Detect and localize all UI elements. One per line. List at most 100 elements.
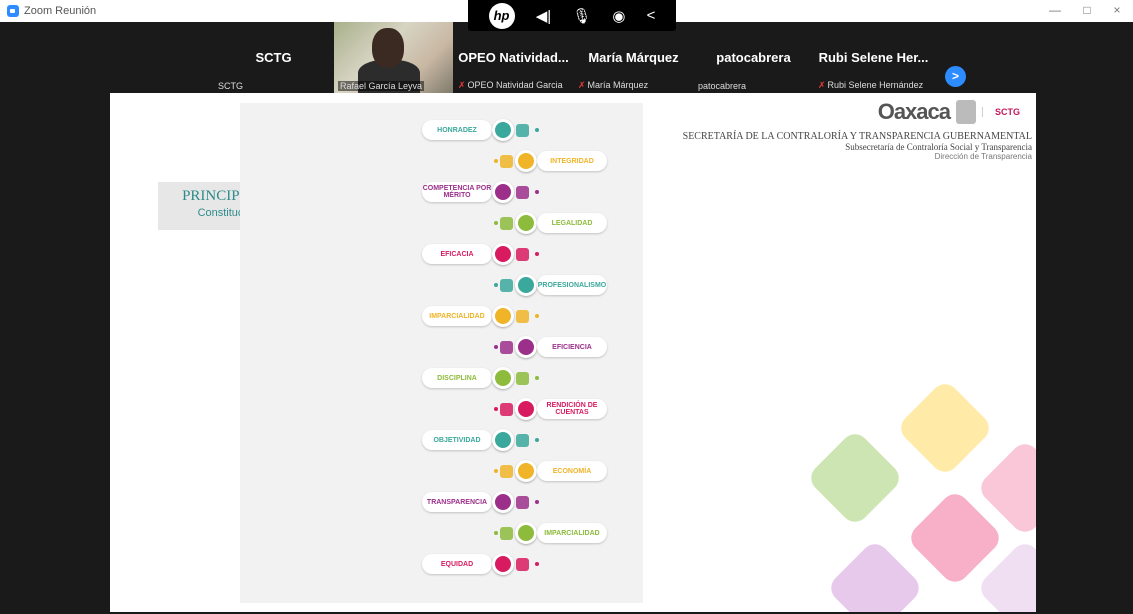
principle-item: INTEGRIDAD bbox=[490, 148, 607, 174]
principle-circle-icon bbox=[515, 522, 537, 544]
close-button[interactable]: × bbox=[1102, 3, 1132, 17]
principle-symbol-icon bbox=[500, 216, 513, 230]
shared-slide: PRINCIPIOS RECTORES Constitucionales y L… bbox=[110, 93, 1036, 612]
participant-strip: SCTG SCTG Rafael García Leyva OPEO Nativ… bbox=[0, 22, 1133, 93]
connector-dot bbox=[535, 252, 539, 256]
principle-item: IMPARCIALIDAD bbox=[422, 303, 539, 329]
principle-circle-icon bbox=[492, 305, 514, 327]
principle-item: EFICACIA bbox=[422, 241, 539, 267]
principle-circle-icon bbox=[492, 367, 514, 389]
muted-mic-icon: ✗ bbox=[578, 80, 586, 90]
state-seal-icon bbox=[956, 100, 976, 124]
participant-name: María Márquez bbox=[588, 50, 679, 65]
muted-mic-icon: ✗ bbox=[458, 80, 466, 90]
participant-tile[interactable]: OPEO Natividad... ✗ OPEO Natividad Garcia bbox=[454, 22, 573, 93]
hp-logo: hp bbox=[488, 2, 515, 29]
principle-circle-icon bbox=[515, 398, 537, 420]
principle-symbol-icon bbox=[516, 185, 529, 199]
participant-video-tile[interactable]: Rafael García Leyva bbox=[334, 22, 453, 93]
participant-tile[interactable]: patocabrera patocabrera bbox=[694, 22, 813, 93]
participant-name: SCTG bbox=[255, 50, 292, 65]
participant-label: SCTG bbox=[218, 81, 244, 91]
principle-circle-icon bbox=[515, 150, 537, 172]
participant-name: Rubi Selene Her... bbox=[818, 50, 929, 65]
connector-dot bbox=[494, 531, 498, 535]
connector-dot bbox=[494, 469, 498, 473]
decorative-shape bbox=[825, 538, 925, 612]
participant-tile[interactable]: María Márquez ✗ María Márquez bbox=[574, 22, 693, 93]
participant-label: OPEO Natividad Garcia bbox=[467, 80, 563, 90]
principle-symbol-icon bbox=[516, 123, 529, 137]
collapse-button[interactable]: < bbox=[647, 7, 656, 24]
principle-label: LEGALIDAD bbox=[537, 213, 607, 233]
principle-label: DISCIPLINA bbox=[422, 368, 492, 388]
speaker-icon[interactable]: ◀| bbox=[536, 7, 551, 25]
connector-dot bbox=[535, 562, 539, 566]
principle-circle-icon bbox=[492, 243, 514, 265]
participant-label: Rafael García Leyva bbox=[338, 81, 425, 91]
connector-dot bbox=[494, 345, 498, 349]
principle-label: PROFESIONALISMO bbox=[537, 275, 607, 295]
next-participants-button[interactable]: > bbox=[945, 66, 966, 87]
connector-dot bbox=[535, 376, 539, 380]
connector-dot bbox=[494, 283, 498, 287]
principle-symbol-icon bbox=[500, 526, 513, 540]
suborg-name: Subsecretaría de Contraloría Social y Tr… bbox=[845, 142, 1032, 152]
principles-poster: HONRADEZ INTEGRIDAD COMPETENCIA POR MÉRITO… bbox=[240, 103, 643, 603]
principle-symbol-icon bbox=[516, 371, 529, 385]
principle-item: PROFESIONALISMO bbox=[490, 272, 607, 298]
principle-item: TRANSPARENCIA bbox=[422, 489, 539, 515]
principle-label: TRANSPARENCIA bbox=[422, 492, 492, 512]
floating-toolbar: hp ◀| 🎙 ◉ < bbox=[468, 0, 676, 31]
principle-circle-icon bbox=[515, 212, 537, 234]
principle-item: EFICIENCIA bbox=[490, 334, 607, 360]
connector-dot bbox=[535, 438, 539, 442]
principle-symbol-icon bbox=[516, 495, 529, 509]
principle-symbol-icon bbox=[516, 433, 529, 447]
principle-item: DISCIPLINA bbox=[422, 365, 539, 391]
principle-label: INTEGRIDAD bbox=[537, 151, 607, 171]
principle-label: IMPARCIALIDAD bbox=[422, 306, 492, 326]
principle-circle-icon bbox=[515, 336, 537, 358]
minimize-button[interactable]: — bbox=[1040, 3, 1070, 17]
institution-header: Oaxaca SCTG SECRETARÍA DE LA CONTRALORÍA… bbox=[683, 99, 1032, 161]
principle-symbol-icon bbox=[500, 154, 513, 168]
participant-tile[interactable]: SCTG SCTG bbox=[214, 22, 333, 93]
principle-symbol-icon bbox=[500, 340, 513, 354]
principle-circle-icon bbox=[515, 274, 537, 296]
principle-item: ECONOMÍA bbox=[490, 458, 607, 484]
participant-name: OPEO Natividad... bbox=[458, 50, 569, 65]
connector-dot bbox=[494, 221, 498, 225]
principle-circle-icon bbox=[492, 553, 514, 575]
mic-icon[interactable]: 🎙 bbox=[572, 7, 591, 25]
principle-symbol-icon bbox=[500, 402, 513, 416]
connector-dot bbox=[535, 500, 539, 504]
principle-item: OBJETIVIDAD bbox=[422, 427, 539, 453]
participant-tile[interactable]: Rubi Selene Her... ✗ Rubi Selene Hernánde… bbox=[814, 22, 933, 93]
principle-label: RENDICIÓN DE CUENTAS bbox=[537, 399, 607, 419]
principle-label: HONRADEZ bbox=[422, 120, 492, 140]
window-title: Zoom Reunión bbox=[24, 5, 97, 17]
connector-dot bbox=[535, 314, 539, 318]
wireless-icon[interactable]: ◉ bbox=[612, 7, 625, 25]
principle-item: RENDICIÓN DE CUENTAS bbox=[490, 396, 607, 422]
principle-symbol-icon bbox=[516, 557, 529, 571]
principle-label: COMPETENCIA POR MÉRITO bbox=[422, 182, 492, 202]
decorative-shape bbox=[805, 428, 905, 528]
sctg-logo: SCTG bbox=[982, 107, 1032, 117]
principle-label: EQUIDAD bbox=[422, 554, 492, 574]
oaxaca-logo: Oaxaca bbox=[877, 99, 951, 124]
connector-dot bbox=[535, 190, 539, 194]
principle-circle-icon bbox=[492, 491, 514, 513]
principle-label: OBJETIVIDAD bbox=[422, 430, 492, 450]
principle-label: IMPARCIALIDAD bbox=[537, 523, 607, 543]
principle-symbol-icon bbox=[500, 464, 513, 478]
principle-symbol-icon bbox=[516, 309, 529, 323]
maximize-button[interactable]: □ bbox=[1072, 3, 1102, 17]
principle-item: HONRADEZ bbox=[422, 117, 539, 143]
participant-name: patocabrera bbox=[716, 50, 791, 65]
participant-label: María Márquez bbox=[587, 80, 649, 90]
principle-label: EFICIENCIA bbox=[537, 337, 607, 357]
muted-mic-icon: ✗ bbox=[818, 80, 826, 90]
connector-dot bbox=[494, 159, 498, 163]
